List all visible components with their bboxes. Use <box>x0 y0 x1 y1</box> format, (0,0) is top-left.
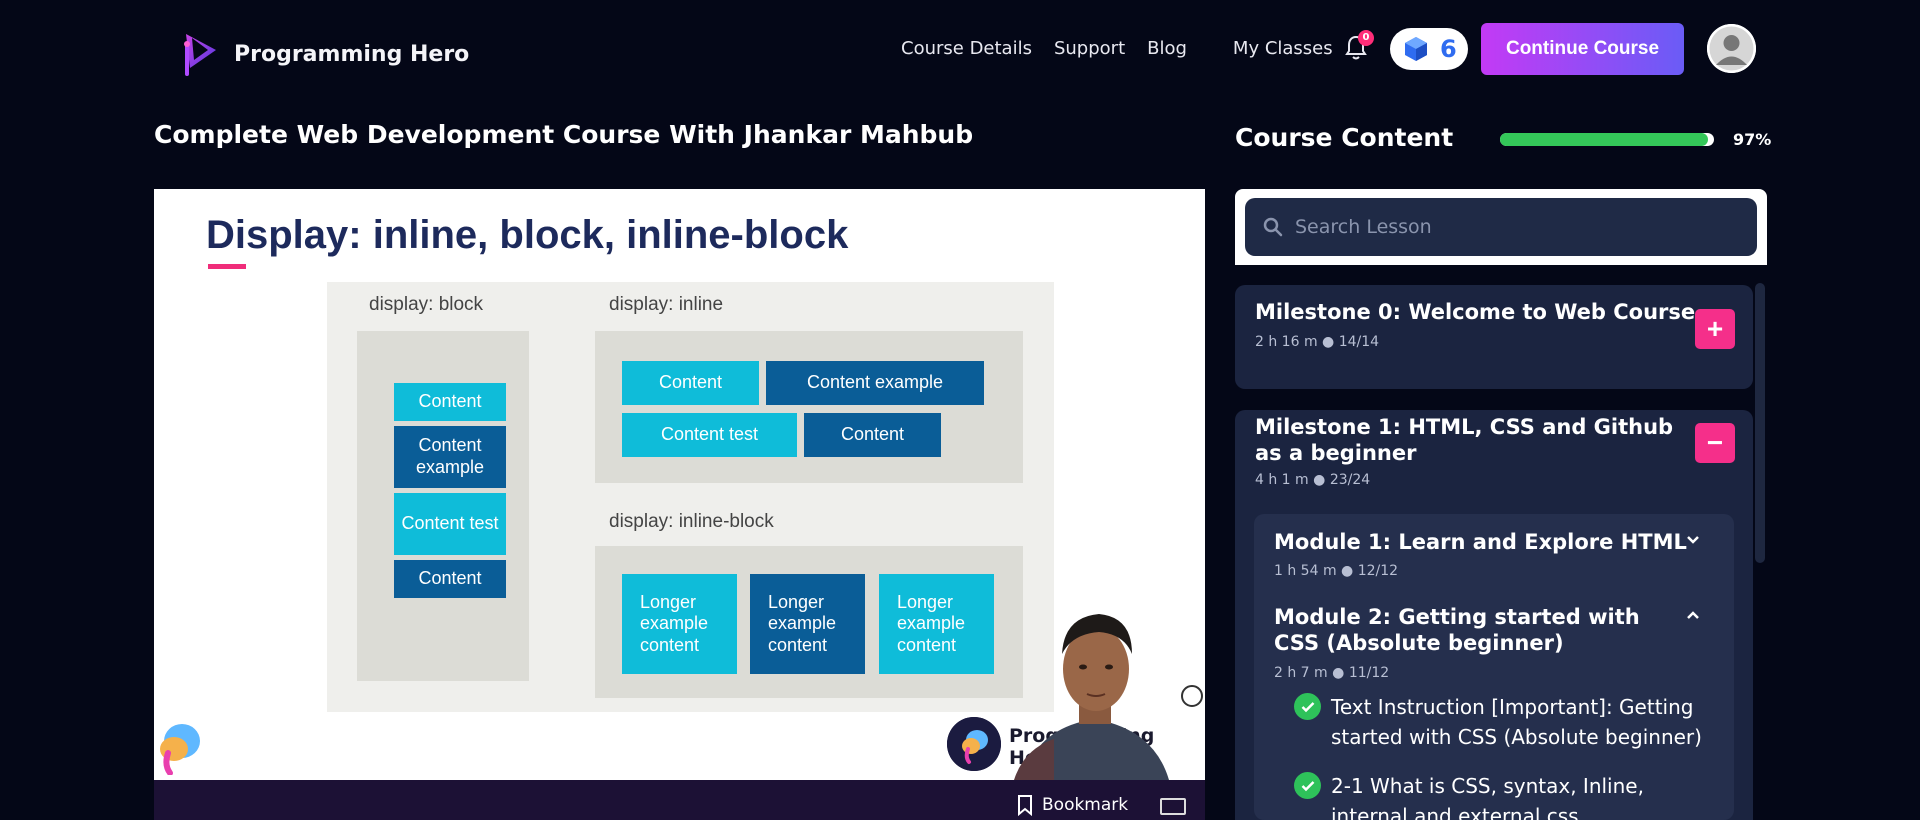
nav-link-my-classes[interactable]: My Classes <box>1233 38 1333 59</box>
bookmark-button[interactable]: Bookmark <box>1016 794 1128 816</box>
inline-block-box: Longer example content <box>622 574 737 674</box>
module-title: Module 1: Learn and Explore HTML <box>1274 530 1687 554</box>
meta-dot: ● <box>1313 472 1330 488</box>
search-lesson-input[interactable] <box>1295 216 1715 238</box>
presenter-webcam <box>1014 614 1203 780</box>
milestone-count: 23/24 <box>1329 472 1371 488</box>
course-progress-label: 97% <box>1733 130 1772 149</box>
milestone-duration: 2 h 16 m <box>1255 334 1318 350</box>
milestone-title: Milestone 0: Welcome to Web Course <box>1255 300 1696 324</box>
module-meta: 1 h 54 m ● 12/12 <box>1274 563 1398 579</box>
meta-dot: ● <box>1332 665 1349 681</box>
top-nav: Programming Hero Course Details Support … <box>0 0 1920 98</box>
user-avatar[interactable] <box>1707 24 1756 73</box>
block-box: Content <box>394 383 506 421</box>
course-progress-fill <box>1500 133 1708 146</box>
module-title: Module 2: Getting started with CSS (Abso… <box>1274 605 1640 655</box>
search-icon <box>1263 217 1283 237</box>
label-display-inline-block: display: inline-block <box>609 511 774 532</box>
slide-title-underline <box>208 264 246 269</box>
panel-inline-block: Longer example content Longer example co… <box>595 546 1023 698</box>
sidebar-scrollbar-track[interactable] <box>1755 283 1765 563</box>
gem-icon <box>1405 37 1427 61</box>
gem-count: 6 <box>1440 35 1457 63</box>
css-display-diagram: display: block Content Content example C… <box>327 282 1054 712</box>
inline-box: Content example <box>766 361 984 405</box>
brand-name: Programming Hero <box>234 41 470 67</box>
milestone-meta: 2 h 16 m ● 14/14 <box>1255 334 1379 350</box>
block-box: Content example <box>394 426 506 488</box>
meta-dot: ● <box>1341 563 1358 579</box>
lesson-item[interactable]: Text Instruction [Important]: Getting st… <box>1294 692 1724 752</box>
notification-badge: 0 <box>1358 30 1374 46</box>
inline-box: Content test <box>622 413 797 457</box>
course-content-title: Course Content <box>1235 123 1454 152</box>
module-count: 12/12 <box>1357 563 1399 579</box>
search-box <box>1245 198 1757 256</box>
gem-counter[interactable]: 6 <box>1390 28 1468 70</box>
module-duration: 2 h 7 m <box>1274 665 1328 681</box>
video-controls-bar: Bookmark <box>154 780 1205 820</box>
nav-link-course-details[interactable]: Course Details <box>901 38 1032 59</box>
milestone-count: 14/14 <box>1338 334 1380 350</box>
module-count: 11/12 <box>1348 665 1390 681</box>
video-player[interactable]: Display: inline, block, inline-block dis… <box>154 189 1205 780</box>
presenter-badge <box>947 717 1001 771</box>
notification-button[interactable]: 0 <box>1344 30 1374 64</box>
expand-milestone-button[interactable]: + <box>1695 309 1735 349</box>
milestone-meta: 4 h 1 m ● 23/24 <box>1255 472 1370 488</box>
course-progress-bar <box>1500 133 1714 146</box>
check-circle-icon <box>1294 772 1321 799</box>
collapse-milestone-button[interactable]: − <box>1695 423 1735 463</box>
nav-link-blog[interactable]: Blog <box>1147 38 1187 59</box>
block-box: Content test <box>394 493 506 555</box>
screen-mode-icon[interactable] <box>1160 798 1186 815</box>
lesson-title: Text Instruction [Important]: Getting st… <box>1331 695 1702 749</box>
milestone-duration: 4 h 1 m <box>1255 472 1309 488</box>
milestone-title: Milestone 1: HTML, CSS and Github as a b… <box>1255 415 1674 465</box>
check-circle-icon <box>1294 693 1321 720</box>
slide-title: Display: inline, block, inline-block <box>206 213 849 257</box>
meta-dot: ● <box>1322 334 1339 350</box>
lesson-item[interactable]: 2-1 What is CSS, syntax, Inline, interna… <box>1294 771 1724 820</box>
block-box: Content <box>394 560 506 598</box>
milestone-card[interactable]: Milestone 0: Welcome to Web Course 2 h 1… <box>1235 285 1753 389</box>
brand-logo[interactable]: Programming Hero <box>178 28 469 80</box>
nav-link-support[interactable]: Support <box>1054 38 1125 59</box>
continue-course-button[interactable]: Continue Course <box>1481 23 1684 75</box>
panel-block: Content Content example Content test Con… <box>357 331 529 681</box>
bookmark-label: Bookmark <box>1042 795 1129 815</box>
inline-box: Content <box>804 413 941 457</box>
module-duration: 1 h 54 m <box>1274 563 1337 579</box>
module-list: Module 1: Learn and Explore HTML 1 h 54 … <box>1254 514 1734 820</box>
module-meta: 2 h 7 m ● 11/12 <box>1274 665 1389 681</box>
course-title: Complete Web Development Course With Jha… <box>154 120 974 149</box>
label-display-inline: display: inline <box>609 294 724 315</box>
watermark-logo-icon <box>160 724 200 775</box>
label-display-block: display: block <box>369 294 484 315</box>
lesson-title: 2-1 What is CSS, syntax, Inline, interna… <box>1331 774 1644 820</box>
search-container <box>1235 189 1767 265</box>
nav-links: Course Details Support Blog My Classes <box>901 38 1355 59</box>
programming-hero-badge-icon <box>947 717 1001 771</box>
programming-hero-logo-icon <box>184 34 216 76</box>
panel-inline: Content Content example Content test Con… <box>595 331 1023 483</box>
chevron-down-icon[interactable] <box>1686 533 1700 547</box>
bookmark-icon <box>1018 795 1032 816</box>
chevron-up-icon[interactable] <box>1686 608 1700 622</box>
inline-block-box: Longer example content <box>879 574 994 674</box>
inline-block-box: Longer example content <box>750 574 865 674</box>
inline-box: Content <box>622 361 759 405</box>
user-avatar-icon <box>1707 24 1756 73</box>
